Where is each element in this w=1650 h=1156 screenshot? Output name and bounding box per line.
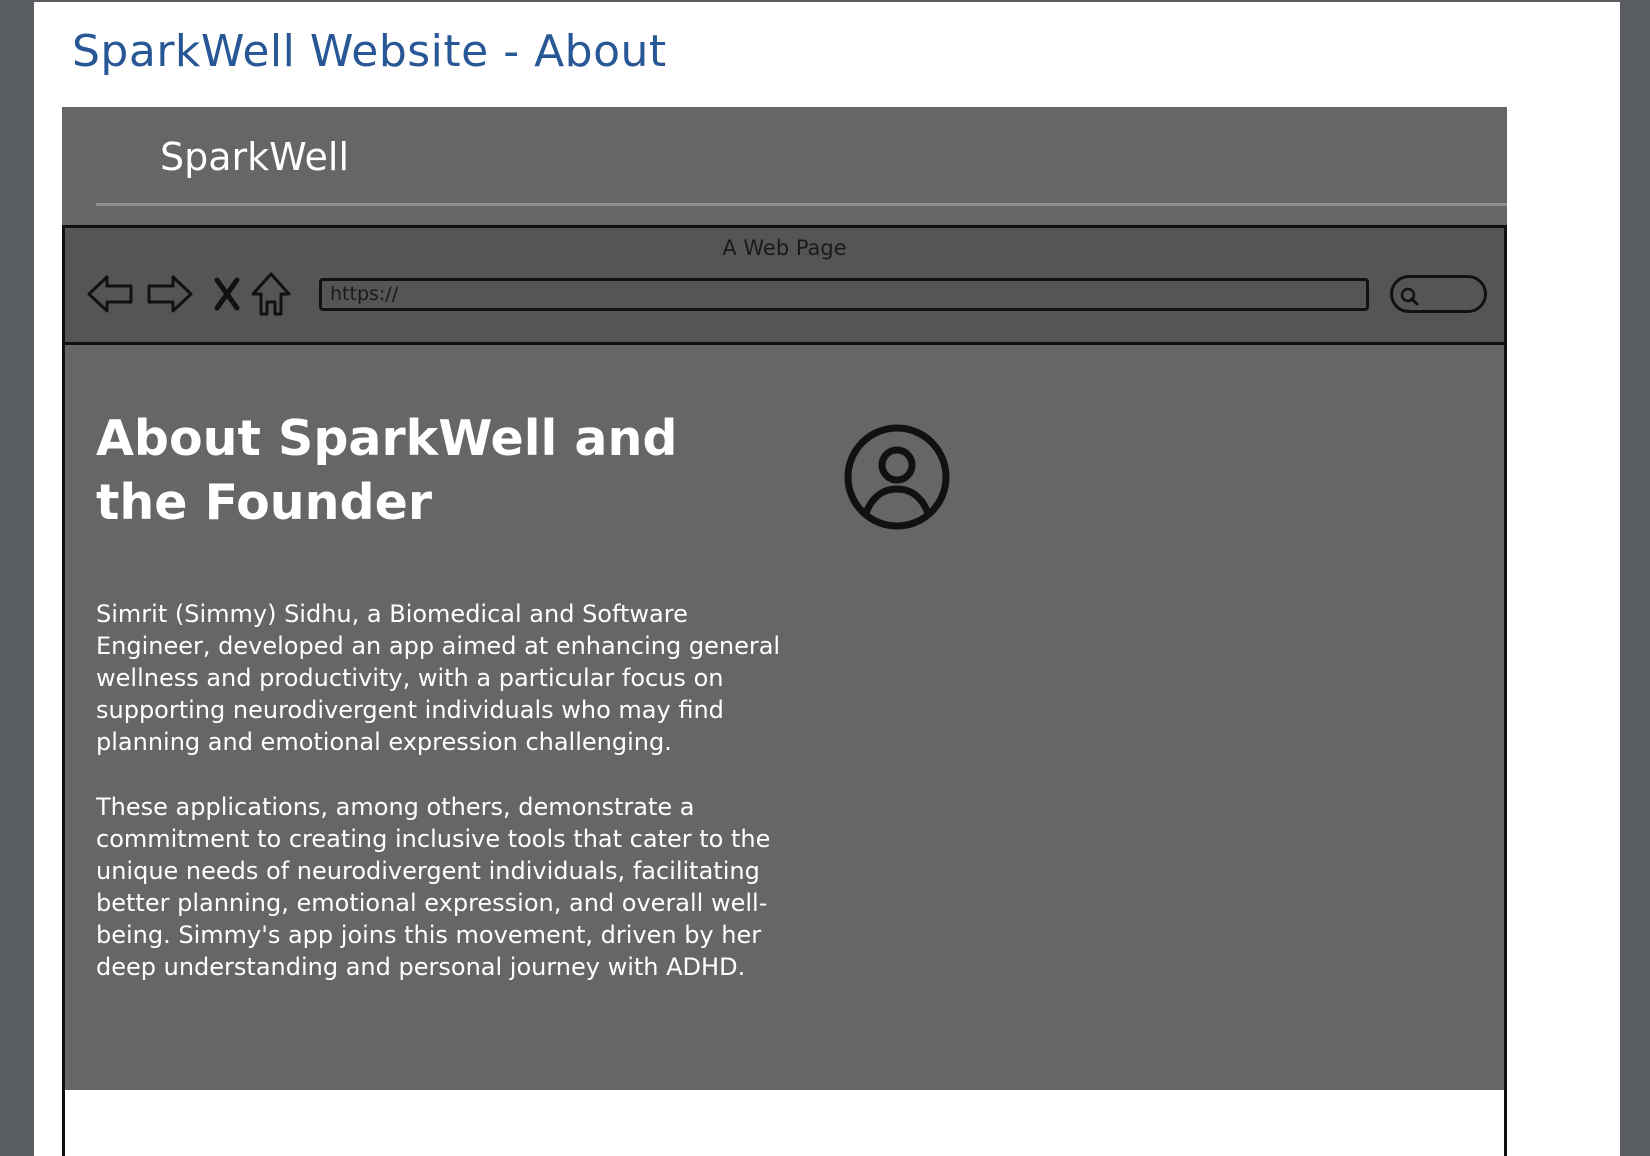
header-divider [96,203,1507,206]
search-icon [1400,287,1419,306]
page-content: About SparkWell and the Founder Simrit (… [65,345,1504,1090]
document-title: SparkWell Website - About [72,26,667,77]
url-input[interactable]: https:// [319,278,1369,311]
search-box[interactable] [1390,275,1487,313]
site-brand[interactable]: SparkWell [160,135,349,179]
browser-window: A Web Page https:// About SparkWell and … [62,225,1507,1156]
mission-paragraph: These applications, among others, demons… [96,793,771,981]
site-header: SparkWell [62,107,1507,225]
browser-toolbar: A Web Page https:// [65,225,1504,345]
home-icon[interactable] [245,268,297,320]
about-heading: About SparkWell and the Founder [96,410,678,531]
founder-paragraph: Simrit (Simmy) Sidhu, a Biomedical and S… [96,600,781,756]
browser-window-title: A Web Page [722,236,847,260]
user-avatar-icon [843,423,951,531]
back-arrow-icon[interactable] [85,268,137,320]
forward-arrow-icon[interactable] [143,268,195,320]
